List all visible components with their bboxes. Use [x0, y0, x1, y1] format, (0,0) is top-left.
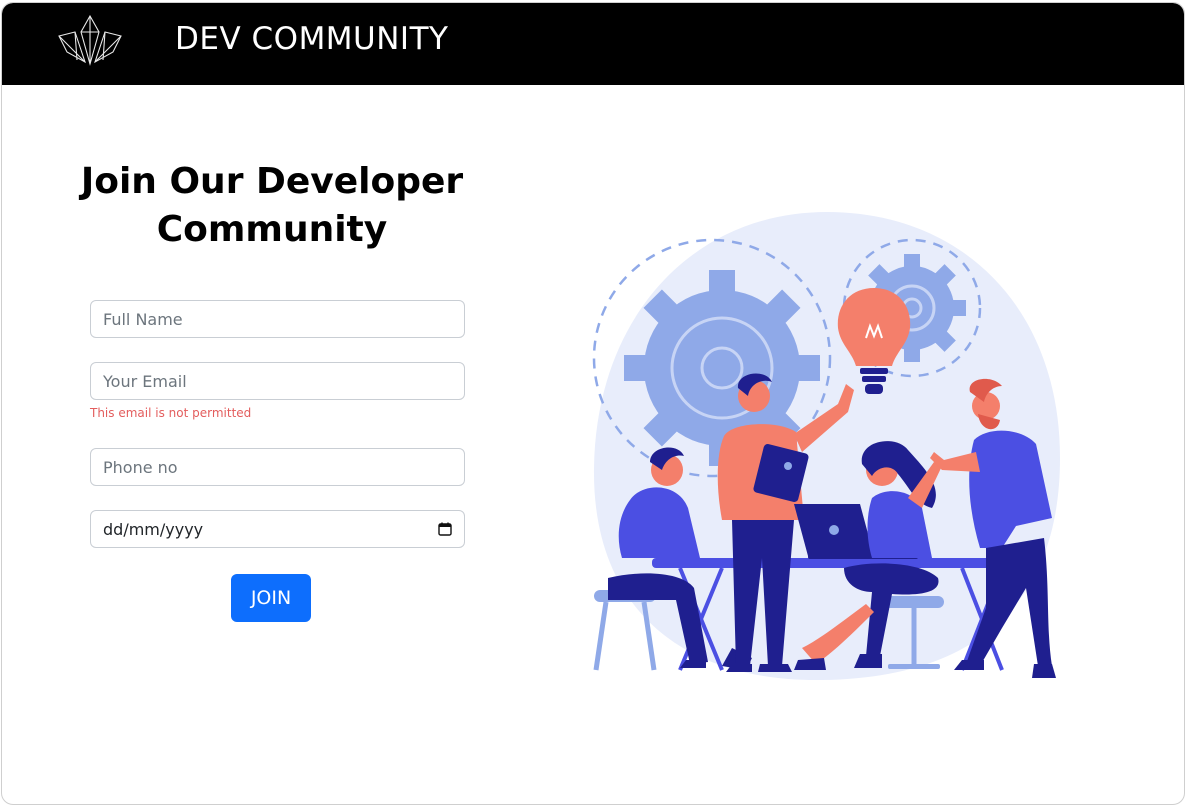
- crystal-logo-icon[interactable]: [55, 14, 125, 68]
- phone-input[interactable]: Phone no: [90, 448, 465, 486]
- date-value: dd/mm/yyyy: [103, 519, 204, 539]
- join-button[interactable]: JOIN: [231, 574, 311, 622]
- date-input[interactable]: dd/mm/yyyy: [90, 510, 465, 548]
- page-title-line2: Community: [156, 209, 388, 250]
- signup-form: Join Our Developer Community Full Name Y…: [62, 158, 482, 622]
- email-error-message: This email is not permitted: [90, 406, 252, 420]
- email-input[interactable]: Your Email: [90, 362, 465, 400]
- navbar: DEV COMMUNITY: [2, 3, 1184, 85]
- brand-title[interactable]: DEV COMMUNITY: [175, 21, 448, 57]
- phone-placeholder: Phone no: [103, 457, 178, 477]
- email-placeholder: Your Email: [103, 371, 187, 391]
- full-name-placeholder: Full Name: [103, 309, 183, 329]
- app-window: DEV COMMUNITY Join Our Developer Communi…: [1, 2, 1185, 805]
- page-title-line1: Join Our Developer: [80, 161, 464, 202]
- calendar-icon[interactable]: [438, 522, 452, 536]
- team-collaboration-illustration: [592, 212, 1060, 681]
- full-name-input[interactable]: Full Name: [90, 300, 465, 338]
- page-title: Join Our Developer Community: [62, 158, 482, 254]
